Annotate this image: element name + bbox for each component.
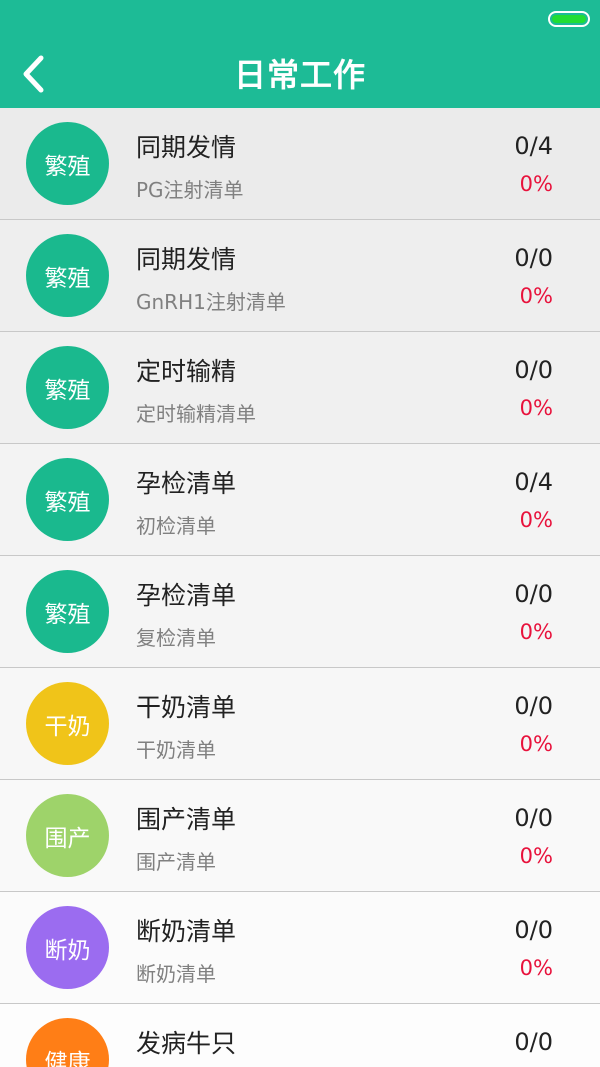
- item-title: 干奶清单: [136, 693, 237, 722]
- list-item[interactable]: 繁殖 同期发情 PG注射清单 0/4 0%: [0, 108, 600, 220]
- list-item[interactable]: 干奶 干奶清单 干奶清单 0/0 0%: [0, 668, 600, 780]
- item-count: 0/0: [514, 356, 553, 384]
- list-item[interactable]: 健康 发病牛只 0/0: [0, 1004, 600, 1067]
- item-count: 0/0: [514, 916, 553, 944]
- battery-level: [552, 15, 586, 23]
- item-title: 定时输精: [136, 357, 237, 386]
- battery-icon: [548, 11, 590, 27]
- item-percent: 0%: [519, 620, 553, 644]
- item-subtitle: 定时输精清单: [136, 402, 256, 426]
- item-title: 同期发情: [136, 133, 237, 162]
- category-badge: 繁殖: [26, 346, 109, 429]
- category-badge: 围产: [26, 794, 109, 877]
- item-percent: 0%: [519, 844, 553, 868]
- item-subtitle: 围产清单: [136, 850, 216, 874]
- item-subtitle: 复检清单: [136, 626, 216, 650]
- item-count: 0/4: [514, 468, 553, 496]
- item-subtitle: 初检清单: [136, 514, 216, 538]
- app-header: 日常工作: [0, 0, 600, 108]
- item-percent: 0%: [519, 172, 553, 196]
- item-subtitle: GnRH1注射清单: [136, 290, 286, 314]
- category-badge: 健康: [26, 1018, 109, 1067]
- category-badge: 繁殖: [26, 234, 109, 317]
- page-title: 日常工作: [233, 56, 366, 94]
- list-item[interactable]: 繁殖 同期发情 GnRH1注射清单 0/0 0%: [0, 220, 600, 332]
- category-badge: 干奶: [26, 682, 109, 765]
- item-count: 0/0: [514, 580, 553, 608]
- item-percent: 0%: [519, 284, 553, 308]
- item-count: 0/0: [514, 804, 553, 832]
- item-percent: 0%: [519, 956, 553, 980]
- item-count: 0/0: [514, 244, 553, 272]
- list-item[interactable]: 断奶 断奶清单 断奶清单 0/0 0%: [0, 892, 600, 1004]
- category-badge: 繁殖: [26, 122, 109, 205]
- category-badge: 繁殖: [26, 458, 109, 541]
- item-percent: 0%: [519, 508, 553, 532]
- item-title: 断奶清单: [136, 917, 237, 946]
- item-percent: 0%: [519, 732, 553, 756]
- item-count: 0/4: [514, 132, 553, 160]
- list-item[interactable]: 围产 围产清单 围产清单 0/0 0%: [0, 780, 600, 892]
- list-item[interactable]: 繁殖 孕检清单复检清单 0/0 0%: [0, 556, 600, 668]
- category-badge: 繁殖: [26, 570, 109, 653]
- item-title: 孕检清单: [136, 469, 237, 498]
- list-item[interactable]: 繁殖 定时输精定时输精清单 0/0 0%: [0, 332, 600, 444]
- task-list: 繁殖 同期发情 PG注射清单 0/4 0% 繁殖 同期发情 GnRH1注射清单 0/0 0% 繁殖定…: [0, 108, 600, 1067]
- item-count: 0/0: [514, 692, 553, 720]
- item-subtitle: 干奶清单: [136, 738, 216, 762]
- item-title: 孕检清单: [136, 581, 237, 610]
- item-count: 0/0: [514, 1028, 553, 1056]
- item-title: 围产清单: [136, 805, 237, 834]
- item-subtitle: 断奶清单: [136, 962, 216, 986]
- item-title: 发病牛只: [136, 1029, 237, 1058]
- list-item[interactable]: 繁殖 孕检清单初检清单 0/4 0%: [0, 444, 600, 556]
- item-title: 同期发情: [136, 245, 237, 274]
- item-subtitle: PG注射清单: [136, 178, 244, 202]
- category-badge: 断奶: [26, 906, 109, 989]
- item-percent: 0%: [519, 396, 553, 420]
